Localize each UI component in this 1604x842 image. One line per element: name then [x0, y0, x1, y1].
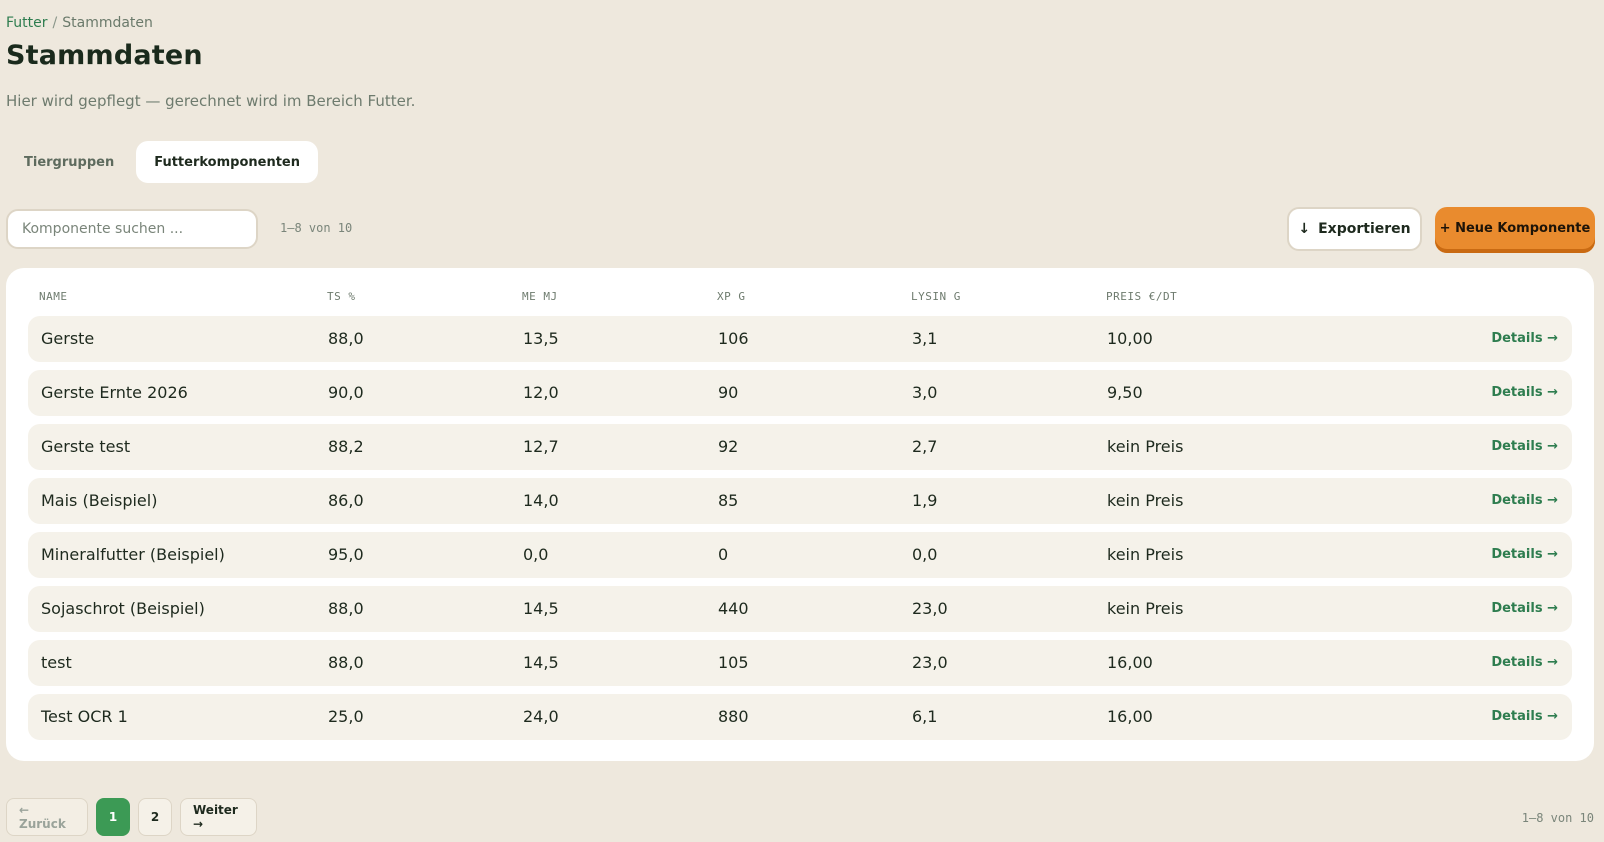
- cell-me: 0,0: [523, 545, 549, 564]
- details-link[interactable]: Details →: [1491, 532, 1558, 578]
- page-title: Stammdaten: [6, 40, 203, 71]
- cell-ts: 90,0: [328, 383, 364, 402]
- cell-ts: 25,0: [328, 707, 364, 726]
- details-link[interactable]: Details →: [1491, 478, 1558, 524]
- cell-preis: 10,00: [1107, 329, 1153, 348]
- column-header-lysin: LYSIN G: [911, 290, 961, 303]
- breadcrumb-separator: /: [52, 15, 58, 31]
- cell-name: Test OCR 1: [41, 707, 128, 726]
- cell-me: 13,5: [523, 329, 559, 348]
- table-row: Gerste Ernte 2026 90,0 12,0 90 3,0 9,50 …: [28, 370, 1572, 416]
- column-header-me: ME MJ: [522, 290, 558, 303]
- table-row: Test OCR 1 25,0 24,0 880 6,1 16,00 Detai…: [28, 694, 1572, 740]
- column-header-name: NAME: [39, 290, 68, 303]
- details-link[interactable]: Details →: [1491, 316, 1558, 362]
- next-page-button[interactable]: Weiter →: [180, 798, 257, 836]
- column-header-ts: TS %: [327, 290, 356, 303]
- cell-ts: 95,0: [328, 545, 364, 564]
- cell-name: Gerste: [41, 329, 95, 348]
- cell-ts: 88,0: [328, 599, 364, 618]
- cell-xp: 85: [718, 491, 739, 510]
- details-link[interactable]: Details →: [1491, 586, 1558, 632]
- tab-bar: Tiergruppen Futterkomponenten: [6, 141, 318, 183]
- table-row: Sojaschrot (Beispiel) 88,0 14,5 440 23,0…: [28, 586, 1572, 632]
- result-range: 1–8 von 10: [280, 221, 353, 235]
- cell-me: 12,0: [523, 383, 559, 402]
- table-row: Mais (Beispiel) 86,0 14,0 85 1,9 kein Pr…: [28, 478, 1572, 524]
- details-link[interactable]: Details →: [1491, 640, 1558, 686]
- column-header-preis: PREIS €/DT: [1106, 290, 1178, 303]
- cell-xp: 92: [718, 437, 739, 456]
- search-input[interactable]: [6, 209, 258, 249]
- page-button-2[interactable]: 2: [138, 798, 172, 836]
- cell-preis: kein Preis: [1107, 437, 1184, 456]
- cell-me: 14,5: [523, 653, 559, 672]
- cell-me: 12,7: [523, 437, 559, 456]
- details-link[interactable]: Details →: [1491, 694, 1558, 740]
- cell-lysin: 23,0: [912, 653, 948, 672]
- cell-lysin: 23,0: [912, 599, 948, 618]
- cell-ts: 88,2: [328, 437, 364, 456]
- add-component-button[interactable]: + Neue Komponente: [1435, 207, 1595, 253]
- cell-lysin: 1,9: [912, 491, 938, 510]
- prev-page-button[interactable]: ← Zurück: [6, 798, 88, 836]
- cell-name: Mineralfutter (Beispiel): [41, 545, 225, 564]
- cell-lysin: 2,7: [912, 437, 938, 456]
- cell-me: 14,5: [523, 599, 559, 618]
- pagination-range: 1–8 von 10: [1521, 811, 1594, 825]
- details-link[interactable]: Details →: [1491, 370, 1558, 416]
- cell-name: Gerste test: [41, 437, 131, 456]
- cell-name: Mais (Beispiel): [41, 491, 158, 510]
- cell-lysin: 0,0: [912, 545, 938, 564]
- cell-me: 24,0: [523, 707, 559, 726]
- cell-me: 14,0: [523, 491, 559, 510]
- cell-preis: 16,00: [1107, 653, 1153, 672]
- cell-xp: 90: [718, 383, 739, 402]
- cell-name: Sojaschrot (Beispiel): [41, 599, 205, 618]
- cell-preis: kein Preis: [1107, 599, 1184, 618]
- breadcrumb-link-futter[interactable]: Futter: [6, 15, 48, 31]
- pagination: ← Zurück 1 2 Weiter →: [6, 798, 257, 836]
- column-header-xp: XP G: [717, 290, 746, 303]
- table-row: Mineralfutter (Beispiel) 95,0 0,0 0 0,0 …: [28, 532, 1572, 578]
- table-row: test 88,0 14,5 105 23,0 16,00 Details →: [28, 640, 1572, 686]
- page-subtitle: Hier wird gepflegt — gerechnet wird im B…: [6, 92, 416, 110]
- cell-xp: 106: [718, 329, 749, 348]
- tab-futterkomponenten[interactable]: Futterkomponenten: [136, 141, 318, 183]
- cell-name: test: [41, 653, 72, 672]
- table-row: Gerste 88,0 13,5 106 3,1 10,00 Details →: [28, 316, 1572, 362]
- breadcrumb-current: Stammdaten: [62, 15, 153, 31]
- cell-preis: kein Preis: [1107, 545, 1184, 564]
- export-button-label: Exportieren: [1318, 221, 1411, 237]
- cell-preis: 9,50: [1107, 383, 1143, 402]
- page-button-1[interactable]: 1: [96, 798, 130, 836]
- cell-xp: 0: [718, 545, 729, 564]
- cell-preis: 16,00: [1107, 707, 1153, 726]
- cell-lysin: 6,1: [912, 707, 938, 726]
- cell-ts: 88,0: [328, 653, 364, 672]
- cell-xp: 105: [718, 653, 749, 672]
- breadcrumb: Futter / Stammdaten: [6, 15, 153, 31]
- cell-preis: kein Preis: [1107, 491, 1184, 510]
- cell-ts: 88,0: [328, 329, 364, 348]
- components-table: NAME TS % ME MJ XP G LYSIN G PREIS €/DT …: [6, 268, 1594, 761]
- download-arrow-icon: ↓: [1298, 221, 1311, 237]
- tab-tiergruppen[interactable]: Tiergruppen: [6, 141, 132, 183]
- details-link[interactable]: Details →: [1491, 424, 1558, 470]
- cell-lysin: 3,1: [912, 329, 938, 348]
- export-button[interactable]: ↓ Exportieren: [1287, 207, 1422, 251]
- table-row: Gerste test 88,2 12,7 92 2,7 kein Preis …: [28, 424, 1572, 470]
- cell-ts: 86,0: [328, 491, 364, 510]
- cell-lysin: 3,0: [912, 383, 938, 402]
- cell-xp: 880: [718, 707, 749, 726]
- cell-xp: 440: [718, 599, 749, 618]
- cell-name: Gerste Ernte 2026: [41, 383, 188, 402]
